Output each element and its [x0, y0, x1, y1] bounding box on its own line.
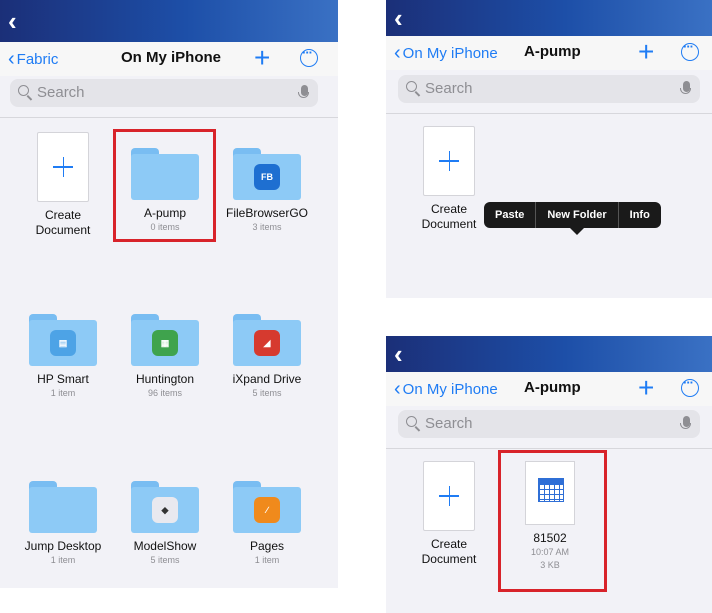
modelshow-app-icon: ◆: [152, 497, 178, 523]
folder-modelshow[interactable]: ◆ ModelShow 5 items: [118, 465, 212, 567]
huntington-app-icon: ▦: [152, 330, 178, 356]
nav-back-label: Fabric: [16, 51, 59, 68]
search-input[interactable]: Search: [398, 410, 700, 438]
item-count: 96 items: [147, 388, 182, 398]
folder-jump-desktop[interactable]: Jump Desktop 1 item: [16, 465, 110, 567]
item-name: Pages: [249, 539, 285, 553]
microphone-icon[interactable]: [680, 81, 691, 94]
microphone-icon[interactable]: [680, 416, 691, 429]
plus-icon: [423, 126, 475, 196]
folder-icon: ▦: [131, 314, 199, 366]
nav-back-button[interactable]: ‹ On My iPhone: [394, 42, 498, 64]
item-count: 5 items: [150, 555, 180, 565]
info-menu-item[interactable]: Info: [617, 202, 661, 228]
divider: [0, 117, 338, 118]
nav-back-button[interactable]: ‹ On My iPhone: [394, 378, 498, 400]
search-placeholder: Search: [37, 84, 85, 101]
item-name: ModelShow: [133, 539, 197, 553]
more-icon[interactable]: [300, 45, 318, 67]
back-chevron-icon[interactable]: ‹: [8, 6, 17, 36]
add-icon[interactable]: +: [254, 42, 270, 74]
microphone-icon[interactable]: [298, 85, 309, 98]
folder-huntington[interactable]: ▦ Huntington 96 items: [118, 298, 212, 400]
item-name: Huntington: [135, 372, 195, 386]
item-name: FileBrowserGO: [225, 206, 308, 220]
back-chevron-icon[interactable]: ‹: [394, 3, 403, 33]
left-screen: ‹ ‹Fabric On My iPhone + Search Create D…: [0, 0, 338, 588]
nav-bar: ‹ On My iPhone A-pump +: [386, 36, 712, 70]
folder-icon: ▤: [29, 314, 97, 366]
search-icon: [406, 416, 417, 427]
nav-back-label: On My iPhone: [402, 45, 498, 62]
search-icon: [406, 81, 417, 92]
page-title: A-pump: [524, 43, 581, 60]
highlight-box: [113, 129, 216, 242]
more-icon[interactable]: [681, 39, 699, 61]
folder-icon: ◢: [233, 314, 301, 366]
folder-icon: [29, 481, 97, 533]
pages-app-icon: ∕: [254, 497, 280, 523]
printer-app-icon: ▤: [50, 330, 76, 356]
search-input[interactable]: Search: [398, 75, 700, 103]
create-document-button[interactable]: Create Document: [16, 132, 110, 238]
search-input[interactable]: Search: [10, 79, 318, 107]
item-count: 5 items: [252, 388, 282, 398]
search-icon: [18, 85, 29, 96]
folder-ixpand-drive[interactable]: ◢ iXpand Drive 5 items: [220, 298, 314, 400]
nav-back-label: On My iPhone: [402, 381, 498, 398]
context-menu-pointer: [570, 228, 584, 235]
item-count: 3 items: [252, 222, 282, 232]
right-top-screen: ‹ ‹On My iPhone A-pump + Search Create D…: [386, 0, 712, 298]
search-placeholder: Search: [425, 415, 473, 432]
page-title: On My iPhone: [121, 49, 222, 66]
context-menu: Paste New Folder Info: [484, 202, 661, 228]
plus-icon: [37, 132, 89, 202]
item-name: Jump Desktop: [24, 539, 102, 553]
right-bottom-screen: ‹ ‹On My iPhone A-pump + Search Create D…: [386, 336, 712, 613]
folder-pages[interactable]: ∕ Pages 1 item: [220, 465, 314, 567]
item-count: 1 item: [50, 388, 76, 398]
chevron-left-icon: ‹: [394, 378, 401, 400]
create-document-button[interactable]: Create Document: [402, 126, 496, 232]
item-name: HP Smart: [37, 372, 89, 386]
nav-bar: ‹ Fabric On My iPhone +: [0, 42, 338, 76]
item-name: iXpand Drive: [232, 372, 302, 386]
top-bar: ‹: [0, 0, 338, 42]
add-icon[interactable]: +: [638, 372, 654, 404]
item-name: Create Document: [35, 208, 91, 237]
divider: [386, 113, 712, 114]
create-document-button[interactable]: Create Document: [402, 461, 496, 567]
paste-menu-item[interactable]: Paste: [484, 202, 535, 228]
item-count: 1 item: [254, 555, 280, 565]
page-title: A-pump: [524, 379, 581, 396]
item-count: 1 item: [50, 555, 76, 565]
divider: [386, 448, 712, 449]
folder-icon: ∕: [233, 481, 301, 533]
filebrowser-app-icon: FB: [254, 164, 280, 190]
plus-icon: [423, 461, 475, 531]
more-icon[interactable]: [681, 375, 699, 397]
back-chevron-icon[interactable]: ‹: [394, 339, 403, 369]
highlight-box: [498, 450, 607, 592]
new-folder-menu-item[interactable]: New Folder: [535, 202, 617, 228]
chevron-left-icon: ‹: [8, 48, 15, 70]
folder-icon: ◆: [131, 481, 199, 533]
nav-bar: ‹ On My iPhone A-pump +: [386, 372, 712, 406]
chevron-left-icon: ‹: [394, 42, 401, 64]
folder-icon: FB: [233, 148, 301, 200]
folder-filebrowsergo[interactable]: FB FileBrowserGO 3 items: [220, 132, 314, 234]
search-placeholder: Search: [425, 80, 473, 97]
top-bar: ‹: [386, 336, 712, 372]
folder-hp-smart[interactable]: ▤ HP Smart 1 item: [16, 298, 110, 400]
ixpand-app-icon: ◢: [254, 330, 280, 356]
add-icon[interactable]: +: [638, 36, 654, 68]
top-bar: ‹: [386, 0, 712, 36]
item-name: Create Document: [421, 202, 477, 231]
item-name: Create Document: [421, 537, 477, 566]
nav-back-button[interactable]: ‹ Fabric: [8, 48, 58, 70]
